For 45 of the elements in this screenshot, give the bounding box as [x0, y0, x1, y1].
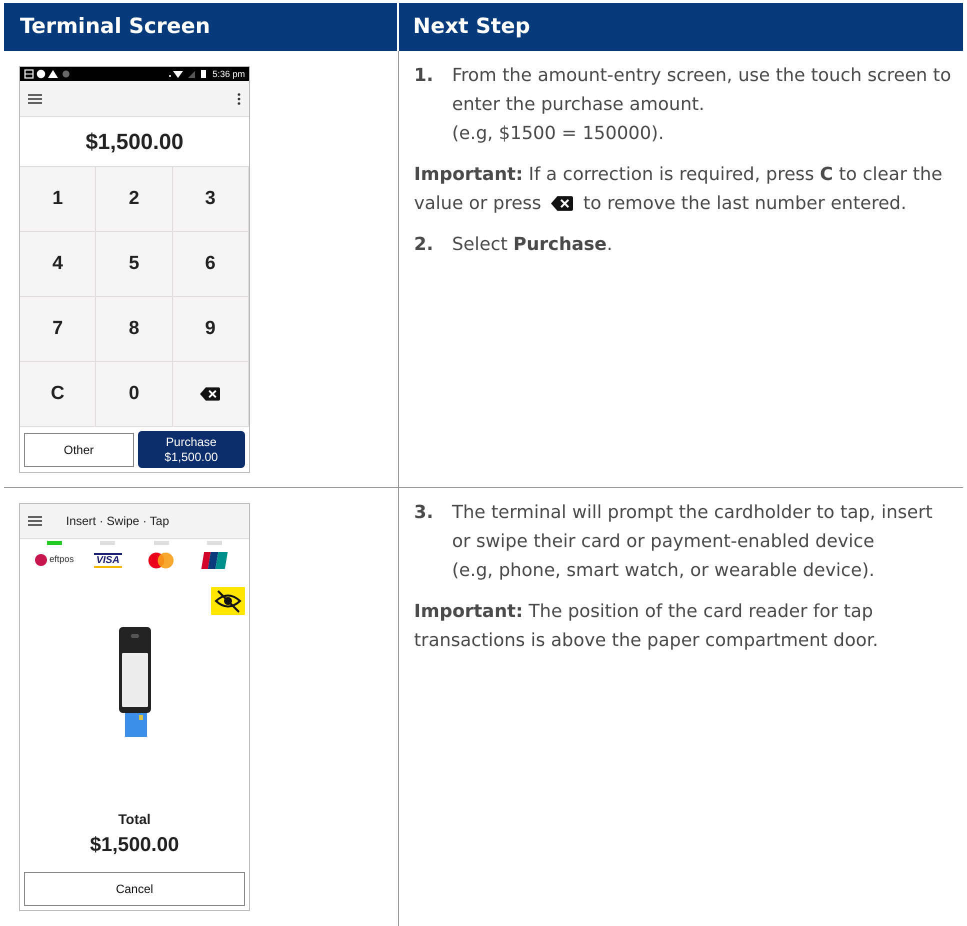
step-number: 3.: [414, 501, 434, 525]
screen-title: Insert · Swipe · Tap: [66, 513, 170, 530]
backspace-icon: [200, 387, 220, 401]
visa-logo: VISA: [94, 552, 122, 568]
hidden-eye-icon: [211, 587, 245, 615]
keypad-key[interactable]: 8: [96, 297, 173, 362]
step-text: From the amount-entry screen, use the touch screen to enter the purchase amount.: [452, 64, 952, 117]
mastercard-logo: [147, 552, 176, 568]
more-icon[interactable]: [237, 92, 241, 104]
unionpay-logo: [200, 552, 228, 568]
step-text: (e.g, phone, smart watch, or wearable device).: [452, 559, 876, 583]
note-text: Important: If a correction is required, press C to clear the: [414, 163, 942, 187]
keypad-key[interactable]: 7: [20, 297, 96, 362]
note-text: to remove the last number entered.: [583, 192, 906, 216]
signal-icons: [168, 69, 208, 79]
secondary-button[interactable]: Cancel: [24, 872, 245, 906]
keypad-key[interactable]: 6: [172, 232, 249, 297]
note-text: Important: The position of the card reader for tap transactions is above the paper compartment door.: [414, 600, 880, 653]
total-amount: $1,500.00: [90, 833, 179, 858]
keypad-key[interactable]: 1: [20, 167, 96, 232]
purchase-button[interactable]: Purchase $1,500.00: [138, 431, 245, 468]
backspace-icon: [551, 196, 574, 211]
menu-icon[interactable]: [28, 94, 42, 104]
secondary-button[interactable]: Other: [24, 432, 134, 466]
step-number: 2.: [414, 233, 434, 257]
column-header: Terminal Screen: [20, 13, 210, 40]
eftpos-logo: eftpos: [35, 553, 74, 567]
amount-display: $1,500.00: [86, 128, 184, 156]
keypad-key[interactable]: 5: [96, 232, 173, 297]
keypad-key[interactable]: 0: [96, 362, 173, 427]
keypad-key[interactable]: [172, 362, 249, 427]
total-label: Total: [118, 810, 151, 829]
column-header: Next Step: [413, 13, 530, 40]
keypad-key[interactable]: C: [20, 362, 96, 427]
keypad-key[interactable]: 2: [96, 167, 173, 232]
keypad-key[interactable]: 3: [172, 167, 249, 232]
step-text: (e.g, $1500 = 150000).: [452, 122, 665, 146]
step-number: 1.: [414, 64, 434, 88]
note-text: value or press: [414, 192, 542, 216]
status-time: 5:36 pm: [212, 70, 245, 78]
step-text: The terminal will prompt the cardholder to tap, insert or swipe their card or payment-enabled device: [452, 501, 934, 554]
menu-icon[interactable]: [28, 516, 42, 526]
step-text: Select Purchase.: [452, 233, 612, 257]
keypad-key[interactable]: 9: [172, 297, 249, 362]
keypad-key[interactable]: 4: [20, 232, 96, 297]
